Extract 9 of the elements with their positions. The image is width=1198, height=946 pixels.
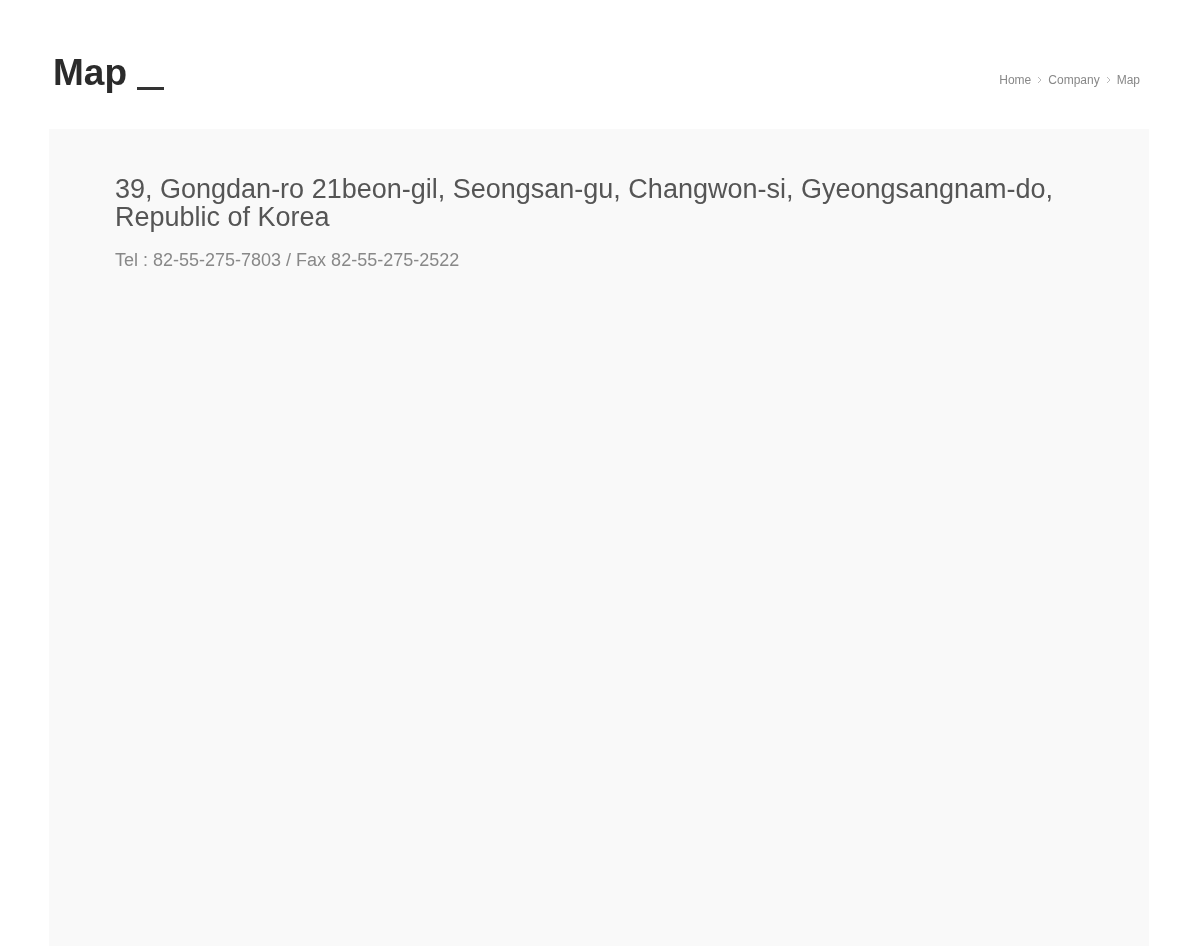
breadcrumb-link[interactable]: Home (999, 71, 1032, 89)
chevron-right-icon (1037, 76, 1043, 84)
breadcrumb-link[interactable]: Map (1116, 71, 1140, 89)
title-underline (137, 87, 164, 90)
chevron-right-icon (1105, 76, 1111, 84)
contact-info: Tel : 82-55-275-7803 / Fax 82-55-275-2522 (115, 249, 461, 272)
page-title: Map (53, 54, 127, 91)
address: 39, Gongdan-ro 21beon-gil, Seongsan-gu, Changwon-si, Gyeongsangnam-do, Republic of Korea (115, 175, 1055, 231)
breadcrumb-link[interactable]: Company (1048, 71, 1100, 89)
